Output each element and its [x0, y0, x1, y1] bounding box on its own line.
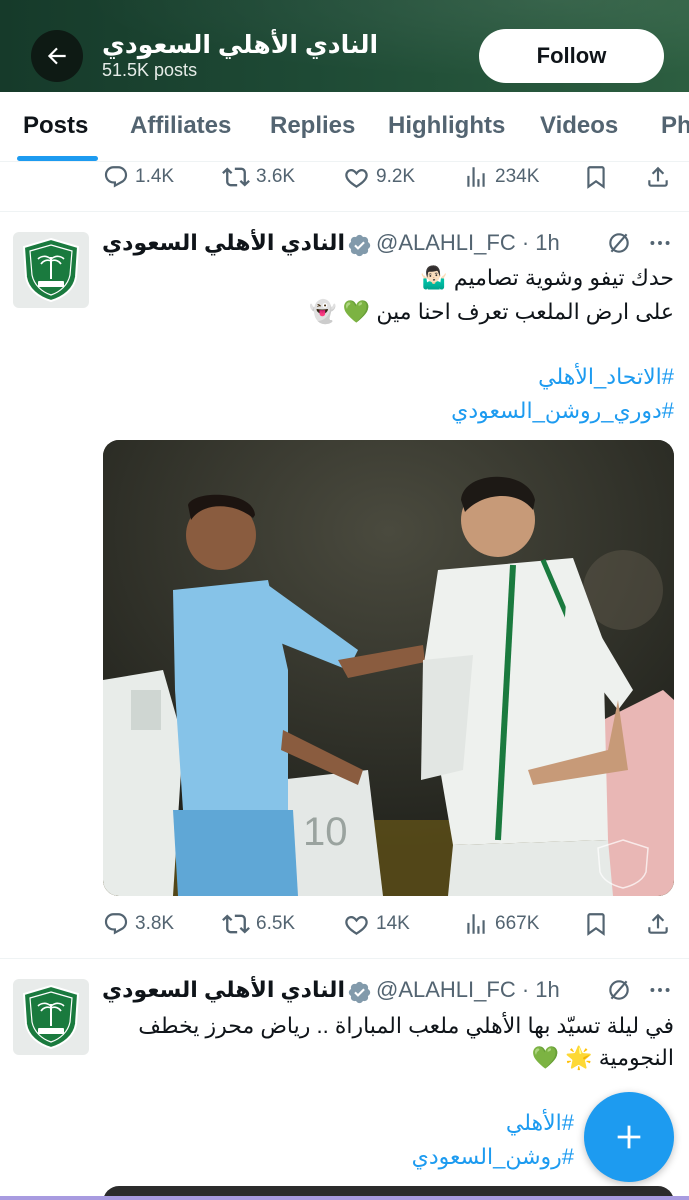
- repost-count: 3.6K: [256, 166, 296, 187]
- tweet-text-line: حدك تيفو وشوية تصاميم 🤷🏻‍♂️: [420, 265, 674, 290]
- tweet-text-line: النجومية 🌟 💚: [531, 1045, 674, 1070]
- club-logo-icon: [22, 984, 80, 1050]
- club-avatar[interactable]: [13, 232, 89, 308]
- repost-button[interactable]: 6.5K: [222, 904, 295, 944]
- tweet-author-name[interactable]: النادي الأهلي السعودي: [102, 977, 345, 1003]
- club-avatar[interactable]: [13, 979, 89, 1055]
- views-count: 234K: [495, 166, 540, 187]
- tweet-handle-time[interactable]: @ALAHLI_FC · 1h: [376, 230, 560, 256]
- tweet-photo[interactable]: 10: [103, 440, 674, 896]
- grok-icon[interactable]: [606, 230, 632, 256]
- tweet-author-name[interactable]: النادي الأهلي السعودي: [102, 230, 345, 256]
- arrow-left-icon: [47, 47, 66, 65]
- posts-count: 51.5K posts: [102, 60, 198, 80]
- hashtag-link[interactable]: #الاتحاد_الأهلي: [538, 364, 674, 390]
- reply-count: 3.8K: [135, 913, 175, 934]
- club-logo-icon: [22, 237, 80, 303]
- repost-button[interactable]: 3.6K: [222, 157, 295, 197]
- back-button[interactable]: [31, 30, 83, 82]
- tab-posts[interactable]: Posts: [23, 112, 88, 140]
- share-button[interactable]: [645, 157, 677, 197]
- tweet-actions: 3.8K 6.5K 14K 667K: [0, 904, 689, 944]
- post-divider: [0, 958, 689, 959]
- grok-icon[interactable]: [606, 977, 632, 1003]
- share-button[interactable]: [645, 904, 677, 944]
- share-icon: [648, 913, 668, 934]
- like-button[interactable]: 14K: [343, 904, 410, 944]
- repost-count: 6.5K: [256, 913, 296, 934]
- tweet-handle-time[interactable]: @ALAHLI_FC · 1h: [376, 977, 560, 1003]
- players-photo-illustration: 10: [103, 440, 674, 896]
- views-button[interactable]: 667K: [463, 904, 539, 944]
- like-count: 14K: [376, 913, 410, 934]
- views-button[interactable]: 234K: [463, 157, 539, 197]
- hashtag-link[interactable]: #الأهلي: [506, 1110, 574, 1136]
- bookmark-icon: [587, 166, 605, 189]
- views-icon: [467, 914, 485, 934]
- compose-post-button[interactable]: [584, 1092, 674, 1182]
- hashtag-link[interactable]: #دوري_روشن_السعودي: [451, 398, 674, 424]
- bookmark-button[interactable]: [583, 157, 615, 197]
- tweet-text-line: في ليلة تسيّد بها الأهلي ملعب المباراة .…: [138, 1013, 674, 1038]
- post-divider: [0, 211, 689, 212]
- views-icon: [467, 167, 485, 187]
- reply-icon: [104, 913, 128, 935]
- tab-videos[interactable]: Videos: [540, 112, 618, 140]
- bookmark-button[interactable]: [583, 904, 615, 944]
- repost-icon: [222, 167, 250, 187]
- tweet-text-line: على ارض الملعب تعرف احنا مين 💚 👻: [309, 299, 674, 324]
- like-button[interactable]: 9.2K: [343, 157, 415, 197]
- views-count: 667K: [495, 913, 540, 934]
- tab-photos[interactable]: Ph: [661, 112, 689, 140]
- heart-icon: [345, 915, 368, 935]
- tab-highlights[interactable]: Highlights: [388, 112, 505, 140]
- repost-icon: [222, 914, 250, 934]
- reply-button[interactable]: 1.4K: [103, 157, 174, 197]
- follow-button[interactable]: Follow: [479, 29, 664, 83]
- previous-post-actions: 1.4K 3.6K 9.2K 234K: [0, 157, 689, 197]
- verified-badge-icon: [348, 981, 371, 1004]
- share-icon: [648, 166, 668, 187]
- bottom-edge: [0, 1196, 689, 1200]
- profile-title: النادي الأهلي السعودي: [102, 31, 379, 59]
- more-options-icon[interactable]: [647, 230, 673, 256]
- plus-icon: [617, 1125, 641, 1149]
- reply-count: 1.4K: [135, 166, 175, 187]
- bookmark-icon: [587, 913, 605, 936]
- like-count: 9.2K: [376, 166, 416, 187]
- profile-tabs: Posts Affiliates Replies Highlights Vide…: [0, 92, 689, 162]
- verified-badge-icon: [348, 234, 371, 257]
- reply-icon: [104, 166, 128, 188]
- jersey-number: 10: [303, 810, 348, 854]
- tab-replies[interactable]: Replies: [270, 112, 355, 140]
- reply-button[interactable]: 3.8K: [103, 904, 174, 944]
- hashtag-link[interactable]: #روشن_السعودي: [412, 1144, 574, 1170]
- more-options-icon[interactable]: [647, 977, 673, 1003]
- profile-header: النادي الأهلي السعودي 51.5K posts Follow: [0, 0, 689, 92]
- heart-icon: [345, 168, 368, 188]
- tab-affiliates[interactable]: Affiliates: [130, 112, 231, 140]
